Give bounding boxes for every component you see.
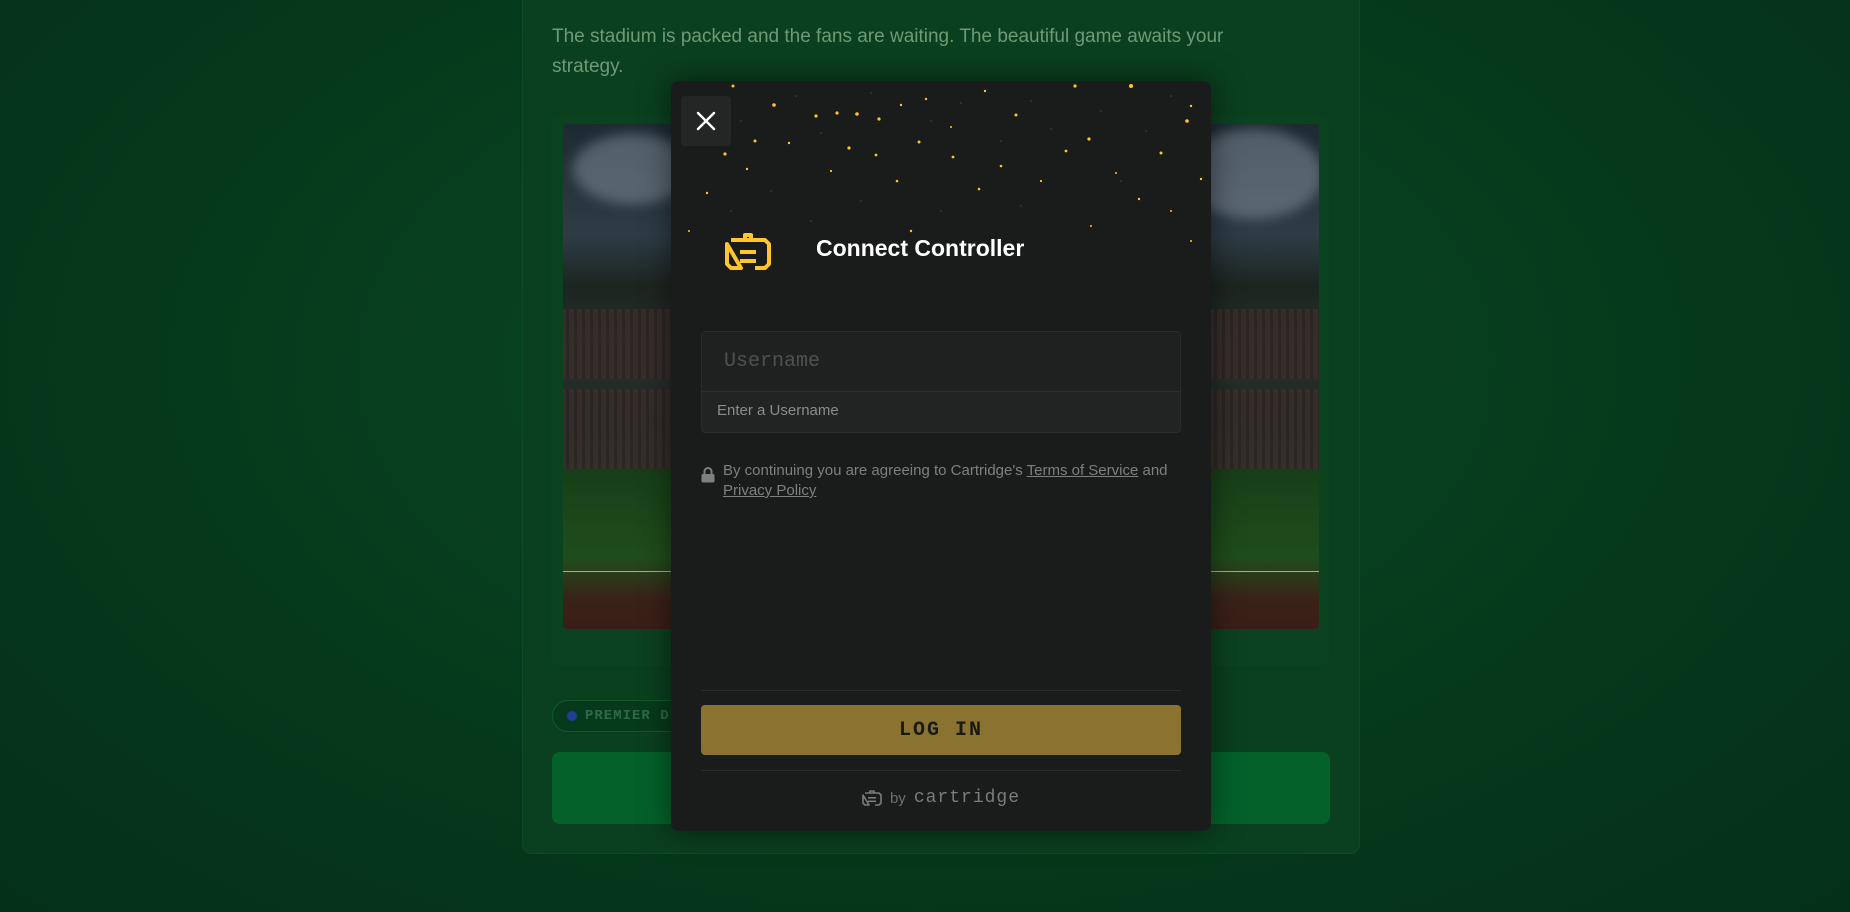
privacy-policy-link[interactable]: Privacy Policy: [723, 482, 816, 499]
footer-by: by: [889, 789, 906, 807]
username-hint: Enter a Username: [717, 402, 839, 419]
terms-of-service-link[interactable]: Terms of Service: [1027, 462, 1139, 479]
divider-bottom: [701, 770, 1181, 771]
terms-prefix: By continuing you are agreeing to Cartri…: [723, 462, 1023, 479]
cartridge-logo-icon: [862, 790, 882, 806]
stars-decoration: [681, 84, 1203, 242]
terms-notice: By continuing you are agreeing to Cartri…: [701, 461, 1181, 501]
lock-icon: [701, 467, 715, 483]
username-field-group: Enter a Username: [701, 331, 1181, 433]
close-button[interactable]: [681, 96, 731, 146]
modal-title: Connect Controller: [816, 235, 1025, 261]
username-input[interactable]: [702, 332, 1180, 392]
controller-logo-icon: [725, 233, 771, 270]
connect-controller-modal: Connect Controller Enter a Username By c…: [671, 81, 1211, 831]
footer-brand[interactable]: cartridge: [914, 788, 1020, 808]
login-button[interactable]: LOG IN: [701, 705, 1181, 755]
close-icon: [696, 111, 716, 131]
footer-attribution: by cartridge: [671, 785, 1211, 811]
terms-text: By continuing you are agreeing to Cartri…: [723, 461, 1181, 501]
terms-and: and: [1142, 462, 1168, 479]
divider-top: [701, 690, 1181, 691]
